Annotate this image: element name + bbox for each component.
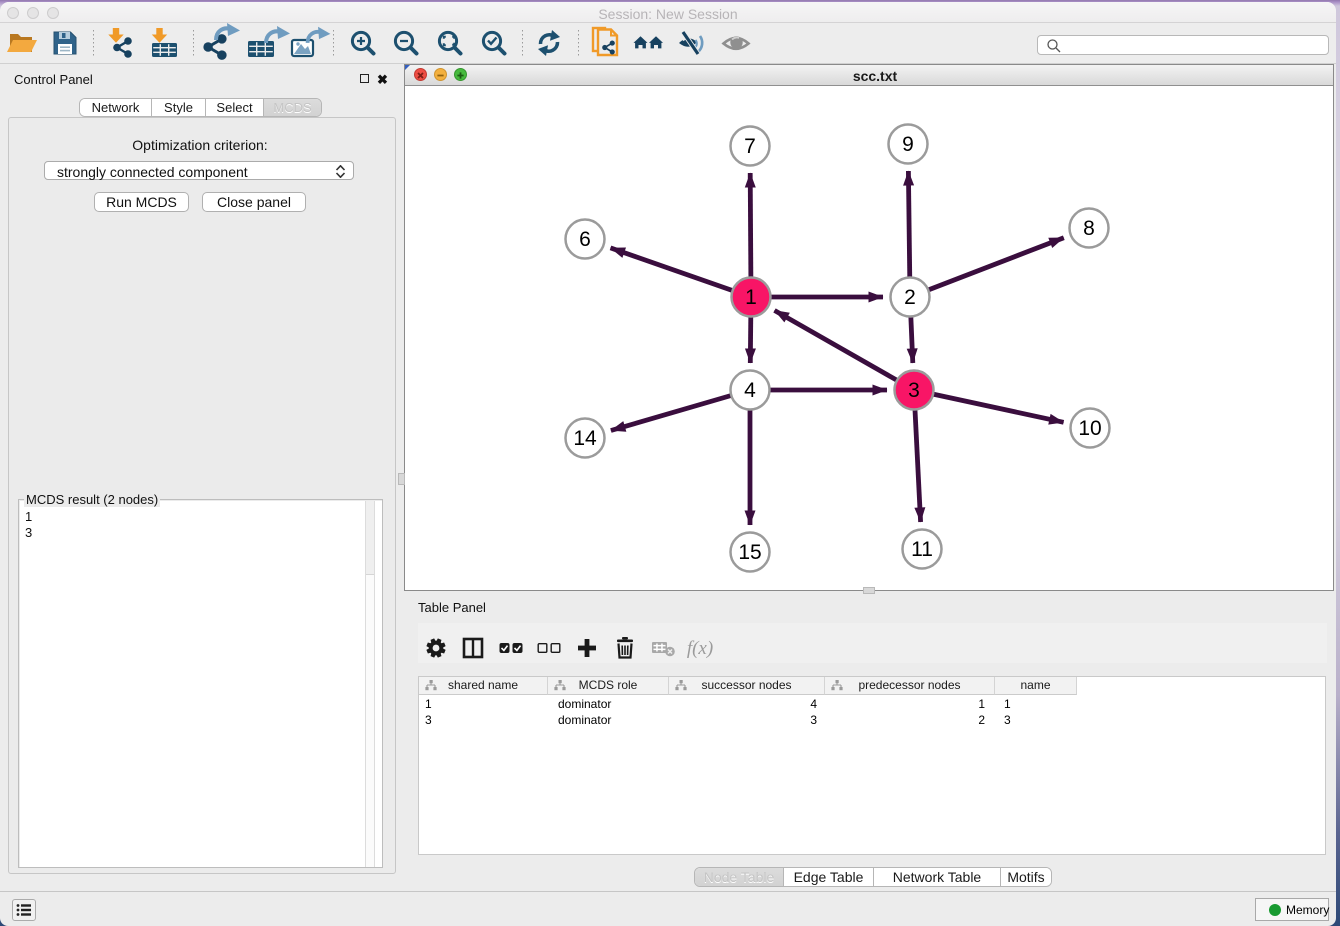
svg-text:11: 11 (911, 538, 933, 561)
svg-text:15: 15 (738, 541, 761, 564)
svg-text:8: 8 (1083, 217, 1095, 240)
svg-text:3: 3 (908, 379, 920, 402)
svg-text:2: 2 (904, 286, 916, 309)
svg-text:14: 14 (573, 427, 597, 450)
svg-text:7: 7 (744, 135, 756, 158)
svg-text:1: 1 (745, 286, 757, 309)
svg-text:4: 4 (744, 379, 756, 402)
svg-text:6: 6 (579, 228, 591, 251)
svg-text:f(x): f(x) (687, 638, 713, 659)
svg-text:10: 10 (1078, 417, 1101, 440)
svg-text:9: 9 (902, 133, 914, 156)
